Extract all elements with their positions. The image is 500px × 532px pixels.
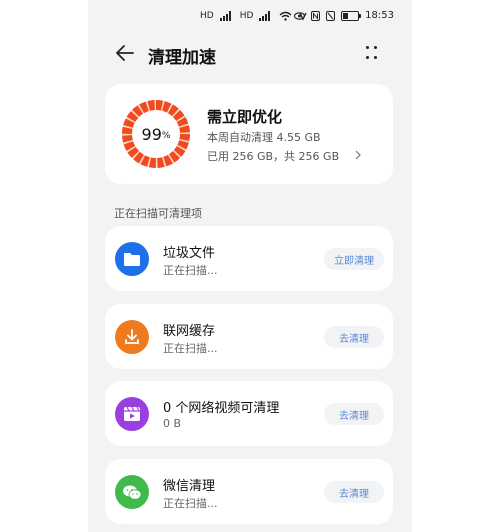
- wechat-icon: [115, 475, 149, 509]
- more-options-icon[interactable]: [364, 44, 380, 62]
- page-title: 清理加速: [148, 48, 216, 68]
- ring-percent: 99: [141, 124, 162, 144]
- chevron-right-icon: [355, 150, 361, 160]
- header: 清理加速: [88, 36, 412, 74]
- status-bar: HD HD 18:53: [88, 0, 412, 36]
- download-icon: [115, 320, 149, 354]
- status-time: 18:53: [365, 10, 394, 21]
- hd-icon: HD: [239, 11, 254, 21]
- list-item-junk-files[interactable]: 垃圾文件 正在扫描... 立即清理: [105, 226, 393, 291]
- item-subtitle: 正在扫描...: [163, 264, 218, 277]
- item-title: 微信清理: [163, 479, 216, 494]
- back-arrow-icon[interactable]: [114, 42, 136, 64]
- item-title: 垃圾文件: [163, 246, 216, 261]
- item-subtitle: 0 B: [163, 417, 182, 430]
- signal-icon: [219, 11, 231, 21]
- video-icon: [115, 397, 149, 431]
- ring-label: 99%: [120, 98, 192, 170]
- clean-button[interactable]: 去清理: [324, 481, 384, 503]
- item-subtitle: 正在扫描...: [163, 342, 218, 355]
- n-icon: [311, 10, 321, 21]
- clean-now-button[interactable]: 立即清理: [324, 248, 384, 270]
- folder-icon: [115, 242, 149, 276]
- list-item-network-video[interactable]: 0 个网络视频可清理 0 B 去清理: [105, 381, 393, 446]
- clean-button[interactable]: 去清理: [324, 403, 384, 425]
- phone-screen: HD HD 18:53 清理加速 99 % 需立即优化 本周自动清理 4.55 …: [88, 0, 412, 532]
- hd-icon: HD: [200, 11, 214, 21]
- eye-icon: [294, 11, 306, 20]
- summary-card[interactable]: 99% 需立即优化 本周自动清理 4.55 GB 已用 256 GB，共 256…: [105, 84, 393, 184]
- wifi-icon: [279, 11, 292, 21]
- ring-percent-sign: %: [161, 131, 171, 141]
- battery-icon: [341, 10, 362, 21]
- list-item-network-cache[interactable]: 联网缓存 正在扫描... 去清理: [105, 304, 393, 369]
- summary-title: 需立即优化: [207, 108, 283, 126]
- section-label: 正在扫描可清理项: [114, 207, 202, 220]
- clean-button[interactable]: 去清理: [324, 326, 384, 348]
- list-item-wechat-clean[interactable]: 微信清理 正在扫描... 去清理: [105, 459, 393, 524]
- item-subtitle: 正在扫描...: [163, 497, 218, 510]
- auto-clean-text: 本周自动清理 4.55 GB: [207, 131, 321, 144]
- item-title: 0 个网络视频可清理: [163, 401, 280, 416]
- silent-icon: [326, 10, 336, 21]
- item-title: 联网缓存: [163, 324, 216, 339]
- signal-icon: [259, 11, 271, 21]
- storage-usage-text: 已用 256 GB，共 256 GB: [207, 150, 340, 163]
